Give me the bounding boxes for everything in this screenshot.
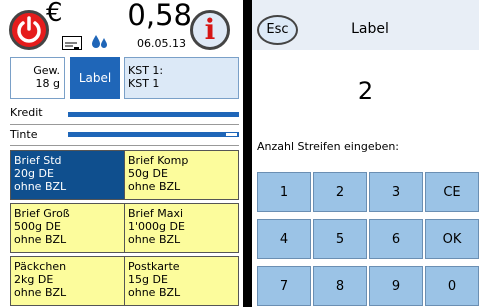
- product-option: ohne BZL: [14, 233, 67, 246]
- power-button[interactable]: [9, 10, 49, 50]
- key-1[interactable]: 1: [257, 172, 311, 212]
- key-8[interactable]: 8: [313, 266, 367, 306]
- date-display: 06.05.13: [137, 37, 186, 50]
- panel-divider: [243, 0, 252, 307]
- cost-center-title: KST 1:: [128, 64, 164, 77]
- cost-center-value: KST 1: [128, 77, 160, 90]
- product-option: ohne BZL: [14, 286, 67, 299]
- entry-value: 2: [357, 77, 374, 105]
- entry-prompt: Anzahl Streifen eingeben:: [257, 140, 400, 153]
- product-name: Brief Maxi: [128, 207, 184, 220]
- divider-line: [10, 145, 239, 146]
- key-clear-entry[interactable]: CE: [425, 172, 479, 212]
- product-brief-maxi[interactable]: Brief Maxi 1'000g DE ohne BZL: [124, 203, 239, 253]
- key-9[interactable]: 9: [369, 266, 423, 306]
- meter-card-icon: [62, 36, 82, 50]
- weight-tab-value: 18 g: [35, 77, 60, 90]
- info-button[interactable]: i: [190, 10, 230, 50]
- escape-button[interactable]: Esc: [257, 15, 298, 45]
- key-5[interactable]: 5: [313, 219, 367, 259]
- key-3[interactable]: 3: [369, 172, 423, 212]
- product-weight: 500g DE: [14, 220, 61, 233]
- product-name: Brief Groß: [14, 207, 70, 220]
- credit-gauge: [68, 112, 239, 117]
- info-icon: i: [204, 13, 216, 46]
- ink-drops-icon: [92, 35, 107, 48]
- product-name: Postkarte: [128, 260, 180, 273]
- currency-symbol: €: [46, 0, 63, 28]
- ink-label: Tinte: [10, 128, 38, 141]
- key-2[interactable]: 2: [313, 172, 367, 212]
- key-7[interactable]: 7: [257, 266, 311, 306]
- cost-center-tab[interactable]: KST 1: KST 1: [124, 57, 239, 99]
- ink-gauge: [68, 132, 239, 137]
- key-0[interactable]: 0: [425, 266, 479, 306]
- product-weight: 15g DE: [128, 273, 168, 286]
- product-brief-gross[interactable]: Brief Groß 500g DE ohne BZL: [10, 203, 125, 253]
- product-weight: 20g DE: [14, 167, 54, 180]
- postage-amount: 0,58: [127, 0, 192, 32]
- product-brief-std[interactable]: Brief Std 20g DE ohne BZL: [10, 150, 125, 200]
- weight-tab-title: Gew.: [33, 64, 60, 77]
- product-paeckchen[interactable]: Päckchen 2kg DE ohne BZL: [10, 256, 125, 306]
- product-postkarte[interactable]: Postkarte 15g DE ohne BZL: [124, 256, 239, 306]
- key-4[interactable]: 4: [257, 219, 311, 259]
- product-name: Brief Komp: [128, 154, 189, 167]
- product-name: Brief Std: [14, 154, 62, 167]
- weight-tab[interactable]: Gew. 18 g: [10, 57, 65, 99]
- product-name: Päckchen: [14, 260, 67, 273]
- product-option: ohne BZL: [128, 286, 181, 299]
- product-option: ohne BZL: [128, 180, 181, 193]
- product-option: ohne BZL: [128, 233, 181, 246]
- product-option: ohne BZL: [14, 180, 67, 193]
- dialog-title: Label: [351, 21, 389, 37]
- product-brief-komp[interactable]: Brief Komp 50g DE ohne BZL: [124, 150, 239, 200]
- key-ok[interactable]: OK: [425, 219, 479, 259]
- product-weight: 1'000g DE: [128, 220, 185, 233]
- product-weight: 2kg DE: [14, 273, 54, 286]
- credit-label: Kredit: [10, 106, 43, 119]
- product-weight: 50g DE: [128, 167, 168, 180]
- label-tab[interactable]: Label: [70, 57, 120, 99]
- power-icon: [17, 16, 41, 43]
- key-6[interactable]: 6: [369, 219, 423, 259]
- ink-gauge-empty: [226, 133, 237, 136]
- divider-line: [10, 124, 239, 125]
